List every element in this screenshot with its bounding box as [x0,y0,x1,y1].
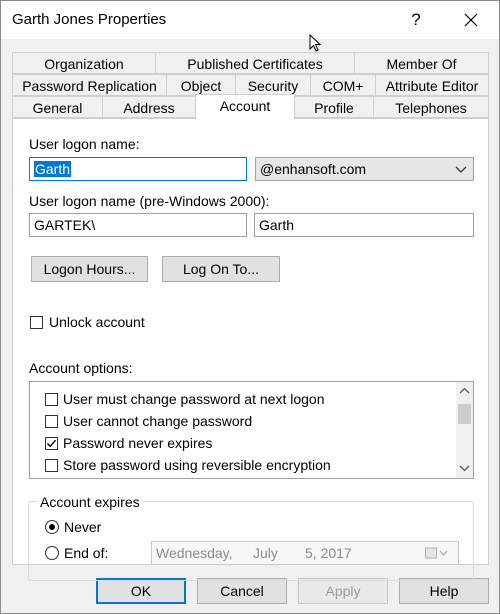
title-bar: Garth Jones Properties ? [1,1,499,39]
window-title: Garth Jones Properties [12,11,167,28]
apply-button[interactable]: Apply [298,578,388,604]
tab-security[interactable]: Security [235,74,311,96]
tab-account[interactable]: Account [195,94,295,119]
tab-attribute-editor[interactable]: Attribute Editor [375,74,489,96]
tab-organization[interactable]: Organization [12,52,156,74]
tab-object[interactable]: Object [166,74,236,96]
close-icon [464,13,478,27]
help-button[interactable]: Help [399,578,489,604]
properties-dialog: Garth Jones Properties ? Organization Pu… [0,0,500,614]
ok-button[interactable]: OK [96,578,186,604]
account-tab-panel [12,118,489,565]
tab-telephones[interactable]: Telephones [373,96,489,118]
tab-member-of[interactable]: Member Of [354,52,489,74]
cancel-button[interactable]: Cancel [197,578,287,604]
tab-password-replication[interactable]: Password Replication [12,74,167,96]
help-title-button[interactable]: ? [397,3,435,37]
mouse-pointer-icon [309,34,322,52]
close-button[interactable] [452,3,490,37]
tab-profile[interactable]: Profile [294,96,374,118]
tab-published-certificates[interactable]: Published Certificates [155,52,355,74]
tab-general[interactable]: General [12,96,103,118]
tab-address[interactable]: Address [102,96,196,118]
tab-com-plus[interactable]: COM+ [310,74,376,96]
